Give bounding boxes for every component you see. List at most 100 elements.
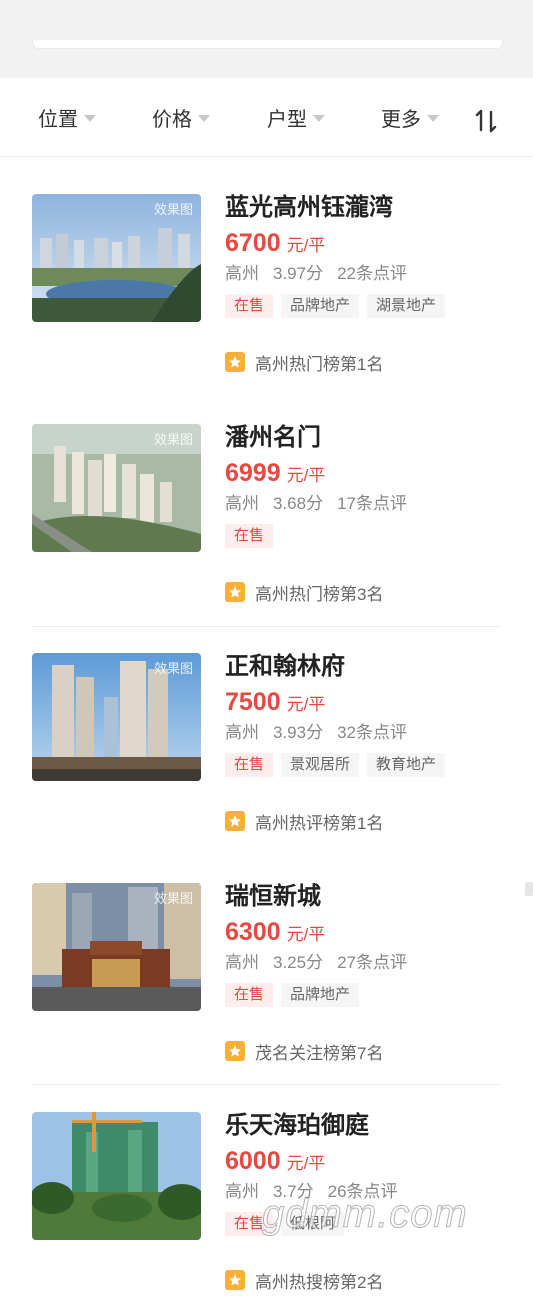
price-value: 6300 [225, 918, 281, 946]
watermark: gdmm.com [262, 1192, 468, 1237]
listing-meta: 高州 3.93分 32条点评 [225, 719, 501, 747]
review-count: 22条点评 [337, 264, 408, 283]
filter-bar: 位置 价格 户型 更多 [0, 78, 533, 157]
listing-photo [32, 1112, 201, 1240]
price-value: 6999 [225, 459, 281, 487]
rank-badge[interactable]: 高州热门榜第1名 [225, 350, 383, 374]
filter-price[interactable]: 价格 [152, 78, 210, 156]
rank-badge[interactable]: 茂名关注榜第7名 [225, 1039, 383, 1063]
district: 高州 [225, 723, 259, 742]
star-icon [225, 811, 245, 831]
star-icon [225, 1041, 245, 1061]
price-unit: 元/平 [286, 466, 326, 485]
listing-title[interactable]: 潘州名门 [225, 422, 501, 454]
rank-badge[interactable]: 高州热评榜第1名 [225, 809, 383, 833]
listing-info: 正和翰林府 7500 元/平 高州 3.93分 32条点评 在售 景观居所 教育地产 [225, 653, 501, 777]
price-row: 6700 元/平 [225, 228, 501, 258]
filter-layout[interactable]: 户型 [267, 78, 325, 156]
rank-text: 高州热评榜第1名 [255, 813, 384, 833]
listing-card[interactable]: 效果图 蓝光高州钰瀧湾 6700 元/平 高州 3.97分 22条点评 在售 品牌地产… [32, 194, 501, 394]
price-value: 6700 [225, 229, 281, 257]
rank-text: 茂名关注榜第7名 [255, 1043, 384, 1063]
tag-list: 在售 品牌地产 湖景地产 [225, 294, 501, 318]
star-icon [225, 352, 245, 372]
divider [32, 626, 501, 627]
star-icon [225, 582, 245, 602]
chevron-down-icon [84, 115, 96, 122]
rank-badge[interactable]: 高州热门榜第3名 [225, 580, 383, 604]
review-count: 32条点评 [337, 723, 408, 742]
status-badge: 在售 [225, 524, 274, 548]
review-count: 27条点评 [337, 953, 408, 972]
listing-title[interactable]: 蓝光高州钰瀧湾 [225, 192, 501, 224]
listing-info: 潘州名门 6999 元/平 高州 3.68分 17条点评 在售 [225, 424, 501, 548]
listing-image[interactable]: 效果图 [32, 424, 201, 552]
score: 3.25分 [273, 953, 324, 972]
district: 高州 [225, 494, 259, 513]
image-tag: 效果图 [153, 202, 193, 217]
price-unit: 元/平 [286, 1154, 326, 1173]
filter-layout-label: 户型 [267, 108, 307, 131]
price-row: 6300 元/平 [225, 917, 501, 947]
score: 3.93分 [273, 723, 324, 742]
listing-title[interactable]: 正和翰林府 [225, 651, 501, 683]
district: 高州 [225, 1182, 259, 1201]
tag-list: 在售 景观居所 教育地产 [225, 753, 501, 777]
price-unit: 元/平 [286, 236, 326, 255]
listing-meta: 高州 3.68分 17条点评 [225, 490, 501, 518]
price-unit: 元/平 [286, 925, 326, 944]
rank-text: 高州热门榜第3名 [255, 584, 384, 604]
filter-price-label: 价格 [152, 108, 192, 131]
listing-info: 蓝光高州钰瀧湾 6700 元/平 高州 3.97分 22条点评 在售 品牌地产 湖景地… [225, 194, 501, 318]
listing-image[interactable]: 效果图 [32, 194, 201, 322]
price-value: 7500 [225, 688, 281, 716]
tag-list: 在售 [225, 524, 501, 548]
tag-list: 在售 品牌地产 [225, 983, 501, 1007]
feature-tag: 景观居所 [281, 753, 360, 777]
search-box[interactable] [32, 40, 503, 49]
top-bar [0, 0, 533, 78]
price-row: 6000 元/平 [225, 1146, 501, 1176]
chevron-down-icon [313, 115, 325, 122]
feature-tag: 教育地产 [367, 753, 446, 777]
listing-card[interactable]: 效果图 正和翰林府 7500 元/平 高州 3.93分 32条点评 在售 景观居所 教… [32, 653, 501, 853]
listing-title[interactable]: 瑞恒新城 [225, 881, 501, 913]
divider [32, 1084, 501, 1085]
filter-more-label: 更多 [381, 108, 421, 131]
district: 高州 [225, 953, 259, 972]
review-count: 17条点评 [337, 494, 408, 513]
image-tag: 效果图 [153, 891, 193, 906]
chevron-down-icon [427, 115, 439, 122]
sort-icon[interactable] [474, 108, 500, 134]
price-unit: 元/平 [286, 695, 326, 714]
filter-location-label: 位置 [38, 108, 78, 131]
status-badge: 在售 [225, 983, 274, 1007]
filter-location[interactable]: 位置 [38, 78, 96, 156]
district: 高州 [225, 264, 259, 283]
listing-info: 瑞恒新城 6300 元/平 高州 3.25分 27条点评 在售 品牌地产 [225, 883, 501, 1007]
rank-text: 高州热搜榜第2名 [255, 1272, 384, 1292]
status-badge: 在售 [225, 294, 274, 318]
listing-meta: 高州 3.25分 27条点评 [225, 949, 501, 977]
listing-meta: 高州 3.97分 22条点评 [225, 260, 501, 288]
listing-image[interactable]: 效果图 [32, 653, 201, 781]
feature-tag: 品牌地产 [281, 294, 360, 318]
listing-card[interactable]: 效果图 潘州名门 6999 元/平 高州 3.68分 17条点评 在售 高州热门榜第3… [32, 424, 501, 624]
scrollbar-thumb[interactable] [525, 882, 533, 896]
listing-title[interactable]: 乐天海珀御庭 [225, 1110, 501, 1142]
listing-card[interactable]: 效果图 瑞恒新城 6300 元/平 高州 3.25分 27条点评 在售 品牌地产 茂名… [32, 883, 501, 1083]
feature-tag: 品牌地产 [281, 983, 360, 1007]
image-tag: 效果图 [153, 661, 193, 676]
listing-image[interactable] [32, 1112, 201, 1240]
price-row: 6999 元/平 [225, 458, 501, 488]
chevron-down-icon [198, 115, 210, 122]
rank-badge[interactable]: 高州热搜榜第2名 [225, 1268, 383, 1292]
listing-image[interactable]: 效果图 [32, 883, 201, 1011]
feature-tag: 湖景地产 [367, 294, 446, 318]
rank-text: 高州热门榜第1名 [255, 354, 384, 374]
score: 3.68分 [273, 494, 324, 513]
price-value: 6000 [225, 1147, 281, 1175]
status-badge: 在售 [225, 753, 274, 777]
filter-more[interactable]: 更多 [381, 78, 439, 156]
image-tag: 效果图 [153, 432, 193, 447]
